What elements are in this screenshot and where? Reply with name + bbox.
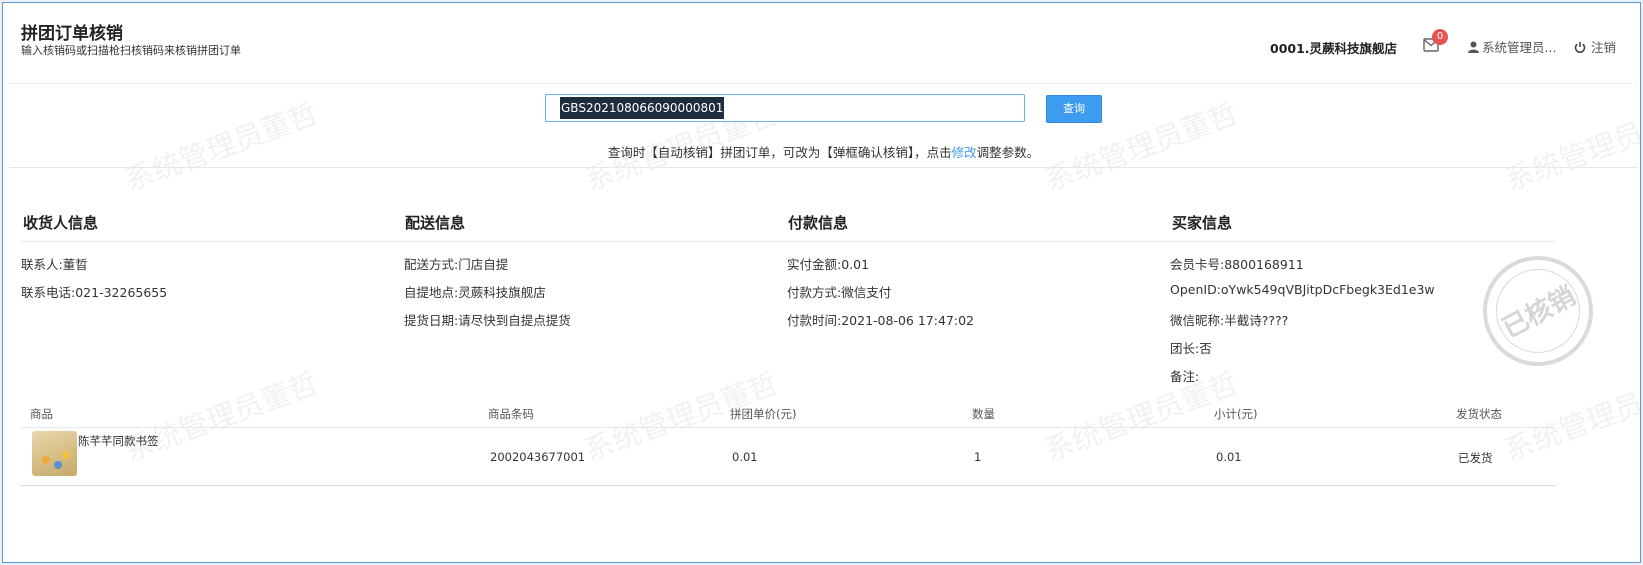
col-header-subtotal: 小计(元) <box>1214 407 1258 421</box>
buyer-openid: OpenID:oYwk549qVBJitpDcFbegk3Ed1e3w <box>1170 282 1435 297</box>
watermark: 系统管理员董哲 <box>1039 366 1243 468</box>
query-button[interactable]: 查询 <box>1046 95 1102 123</box>
product-subtotal: 0.01 <box>1216 450 1242 464</box>
thumb-decor <box>62 451 70 459</box>
modify-link[interactable]: 修改 <box>952 145 977 160</box>
col-header-qty: 数量 <box>972 407 995 421</box>
app-frame: 拼团订单核销 输入核销码或扫描枪扫核销码来核销拼团订单 0001.灵蕨科技旗舰店… <box>2 2 1641 563</box>
user-icon <box>1468 41 1479 53</box>
store-name[interactable]: 0001.灵蕨科技旗舰店 <box>1270 38 1397 57</box>
page-title: 拼团订单核销 <box>21 24 123 44</box>
buyer-note: 备注: <box>1170 369 1200 384</box>
delivery-date: 提货日期:请尽快到自提点提货 <box>404 313 571 328</box>
power-icon <box>1574 41 1586 53</box>
thumb-decor <box>54 461 62 469</box>
delivery-title: 配送信息 <box>405 214 466 232</box>
search-input-value: GBS202108066090000801 <box>560 97 725 119</box>
user-name: 系统管理员... <box>1482 40 1557 55</box>
receiver-title: 收货人信息 <box>23 214 99 232</box>
hint-suffix: 调整参数。 <box>976 145 1040 160</box>
product-qty: 1 <box>974 450 982 464</box>
watermark: 系统管理员董哲 <box>1499 366 1641 468</box>
divider <box>21 427 1555 428</box>
watermark: 系统管理员董哲 <box>119 366 323 468</box>
col-header-status: 发货状态 <box>1456 407 1502 421</box>
payment-title: 付款信息 <box>788 214 849 232</box>
main-content: 系统管理员董哲 系统管理员董哲 系统管理员董哲 系统管理员董哲 系统管理员董哲 … <box>9 83 1641 560</box>
divider <box>21 485 1555 486</box>
col-header-goods: 商品 <box>30 407 53 421</box>
buyer-card: 会员卡号:8800168911 <box>1170 257 1304 272</box>
payment-method: 付款方式:微信支付 <box>787 285 892 300</box>
buyer-nickname: 微信昵称:半截诗???? <box>1170 313 1289 328</box>
mail-count-badge: 0 <box>1432 29 1448 45</box>
receiver-phone: 联系电话:021-32265655 <box>21 285 168 300</box>
product-status: 已发货 <box>1458 451 1493 465</box>
delivery-method: 配送方式:门店自提 <box>404 257 509 272</box>
logout-label: 注销 <box>1591 40 1617 55</box>
page-header: 拼团订单核销 输入核销码或扫描枪扫核销码来核销拼团订单 0001.灵蕨科技旗舰店… <box>3 3 1640 81</box>
delivery-pickup: 自提地点:灵蕨科技旗舰店 <box>404 285 546 300</box>
col-header-price: 拼团单价(元) <box>730 407 797 421</box>
buyer-leader: 团长:否 <box>1170 341 1212 356</box>
product-thumbnail <box>32 431 77 476</box>
search-input[interactable]: GBS202108066090000801 <box>545 94 1025 122</box>
product-price: 0.01 <box>732 450 758 464</box>
buyer-title: 买家信息 <box>1172 214 1233 232</box>
receiver-contact: 联系人:董晢 <box>21 257 88 272</box>
hint-text: 查询时【自动核销】拼团订单，可改为【弹框确认核销】，点击修改调整参数。 <box>9 142 1638 161</box>
thumb-decor <box>42 456 50 464</box>
col-header-barcode: 商品条码 <box>488 407 534 421</box>
divider <box>21 241 1555 242</box>
payment-time: 付款时间:2021-08-06 17:47:02 <box>787 313 974 328</box>
product-name[interactable]: 陈芊芊同款书签 <box>78 433 159 449</box>
hint-prefix: 查询时【自动核销】拼团订单，可改为【弹框确认核销】，点击 <box>607 145 952 160</box>
logout-button[interactable]: 注销 <box>1574 37 1616 56</box>
product-barcode: 2002043677001 <box>490 450 586 464</box>
divider <box>9 167 1638 168</box>
verified-stamp: 已核销 <box>1483 256 1593 366</box>
user-menu[interactable]: 系统管理员... <box>1468 37 1556 56</box>
payment-amount: 实付金额:0.01 <box>787 257 870 272</box>
page-subtitle: 输入核销码或扫描枪扫核销码来核销拼团订单 <box>21 44 241 57</box>
